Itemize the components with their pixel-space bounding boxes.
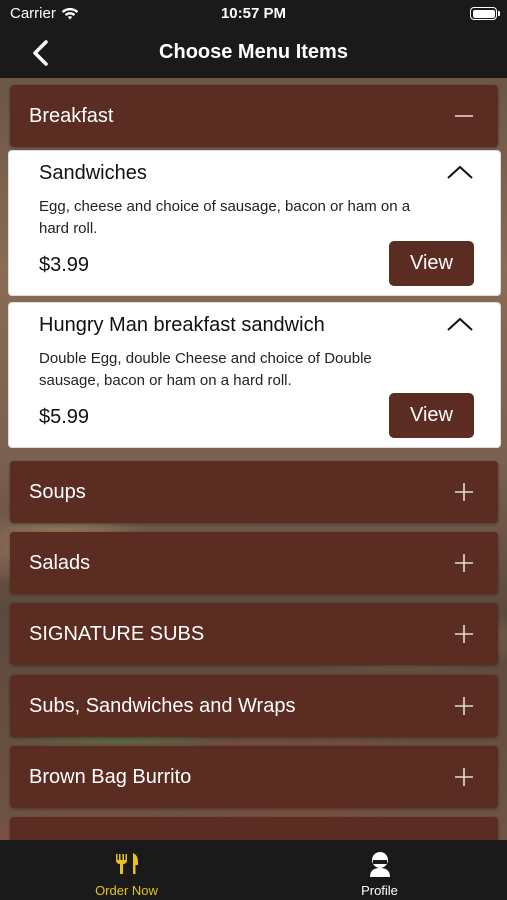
utensils-icon [115,853,138,874]
category-brown-bag-burrito[interactable]: Brown Bag Burrito [10,746,498,808]
category-breakfast[interactable]: Breakfast [10,85,498,147]
category-salads[interactable]: Salads [10,532,498,594]
menu-item-card: Hungry Man breakfast sandwich Double Egg… [8,302,501,448]
item-price: $5.99 [39,406,90,428]
chef-icon [369,852,390,877]
category-label: Salads [29,552,91,574]
category-label: SIGNATURE SUBS [29,623,205,645]
category-partial[interactable] [10,817,498,840]
battery-level [472,9,495,18]
item-title: Sandwiches [39,162,147,184]
status-bar: Carrier 10:57 PM [0,0,507,30]
expand-plus-icon[interactable] [454,624,474,644]
item-description: Double Egg, double Cheese and choice of … [39,350,372,389]
tab-profile[interactable]: Profile [253,840,506,900]
category-label: Subs, Sandwiches and Wraps [29,695,296,717]
collapse-minus-icon[interactable] [454,106,474,126]
page-title: Choose Menu Items [159,41,348,63]
expand-plus-icon[interactable] [454,482,474,502]
category-subs-sandwiches-wraps[interactable]: Subs, Sandwiches and Wraps [10,675,498,737]
tab-label: Order Now [95,883,158,898]
tab-label: Profile [361,883,398,898]
tab-bar: Order Now Profile [0,840,507,900]
item-title: Hungry Man breakfast sandwich [39,314,325,336]
expand-plus-icon[interactable] [454,696,474,716]
item-description: Egg, cheese and choice of sausage, bacon… [39,198,411,237]
status-time: 10:57 PM [220,5,287,22]
chevron-up-icon[interactable] [446,164,474,180]
menu-list[interactable]: Breakfast Sandwiches Egg, cheese and cho… [0,78,507,840]
menu-item-card: Sandwiches Egg, cheese and choice of sau… [8,150,501,296]
item-price: $3.99 [39,254,90,276]
expand-plus-icon[interactable] [454,767,474,787]
category-soups[interactable]: Soups [10,461,498,523]
expand-plus-icon[interactable] [454,553,474,573]
navigation-bar: Choose Menu Items [0,30,507,78]
category-label: Soups [29,481,86,503]
category-label: Brown Bag Burrito [29,766,192,788]
category-signature-subs[interactable]: SIGNATURE SUBS [10,603,498,665]
tab-order-now[interactable]: Order Now [0,840,253,900]
chevron-up-icon[interactable] [446,316,474,332]
category-label: Breakfast [29,105,114,127]
battery-icon [470,7,500,20]
view-button[interactable]: View [389,241,474,286]
view-button[interactable]: View [389,393,474,438]
